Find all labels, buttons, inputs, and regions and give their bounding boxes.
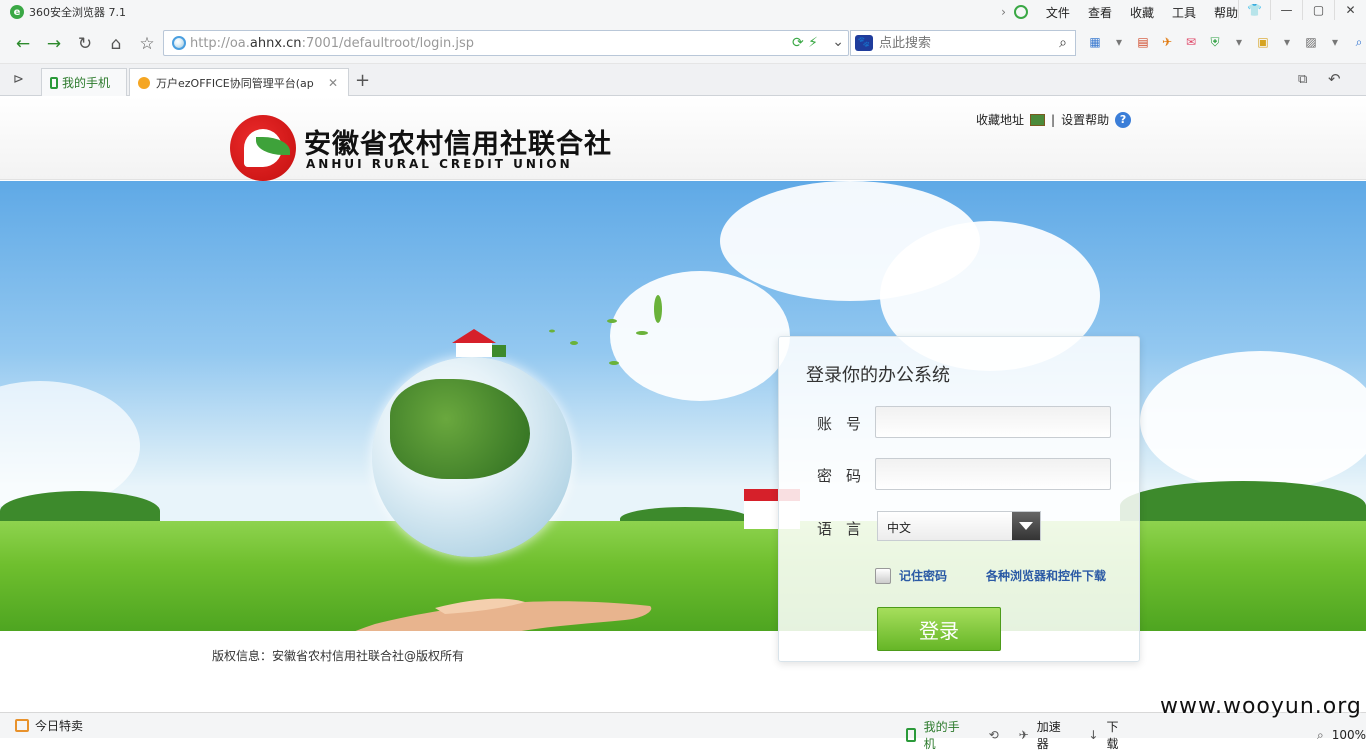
tab-my-phone[interactable]: 我的手机 [41, 68, 127, 96]
hero-banner [0, 181, 1366, 631]
browser-menu: › 文件 查看 收藏 工具 帮助 [1001, 0, 1238, 24]
site-header: 安徽省农村信用社联合社 ANHUI RURAL CREDIT UNION 收藏地… [0, 96, 1366, 181]
mail-icon[interactable]: ✉ [1182, 33, 1200, 51]
login-panel: 登录你的办公系统 账号 密码 语言 中文 记住密码 各种浏览器和控件下载 登录 [778, 336, 1140, 662]
password-input[interactable] [875, 458, 1111, 490]
menu-view[interactable]: 查看 [1088, 4, 1112, 21]
user-icon[interactable] [1013, 5, 1028, 19]
phone-icon[interactable] [906, 728, 916, 742]
cloud [1140, 351, 1366, 491]
refresh-button[interactable]: ↻ [72, 32, 98, 56]
address-bar[interactable]: http://oa.ahnx.cn:7001/defaultroot/login… [163, 30, 849, 56]
search-engine-icon[interactable]: 🐾 [855, 35, 873, 51]
search-box[interactable]: 🐾 ⌕ [850, 30, 1076, 56]
minimize-button[interactable]: — [1270, 0, 1302, 20]
watermark-text: www.wooyun.org [1160, 694, 1362, 719]
org-name-en: ANHUI RURAL CREDIT UNION [306, 157, 573, 171]
window-controls: 👕 — ▢ ✕ [1238, 0, 1366, 22]
rural-credit-logo-icon [230, 115, 296, 181]
favorite-link[interactable]: 收藏地址 [976, 111, 1024, 128]
web-page: 安徽省农村信用社联合社 ANHUI RURAL CREDIT UNION 收藏地… [0, 96, 1366, 712]
login-heading: 登录你的办公系统 [806, 365, 950, 386]
language-select[interactable]: 中文 [877, 511, 1041, 541]
browser-title: 360安全浏览器 7.1 [29, 6, 126, 19]
remember-password-label[interactable]: 记住密码 [899, 567, 947, 584]
dropdown-icon[interactable]: ▾ [1110, 33, 1128, 51]
zoom-level[interactable]: 100% [1332, 728, 1366, 742]
chevron-right-icon[interactable]: › [1001, 5, 1006, 19]
tab-list-icon[interactable]: ⧉ [1298, 72, 1307, 87]
help-icon[interactable]: ? [1115, 111, 1132, 128]
link-separator: | [1051, 112, 1056, 127]
address-dropdown-icon[interactable]: ⌄ [832, 34, 844, 50]
dropdown-icon[interactable]: ▾ [1230, 33, 1248, 51]
browser-plugin-download-link[interactable]: 各种浏览器和控件下载 [986, 567, 1106, 584]
download-icon[interactable]: ↓ [1088, 728, 1098, 742]
login-button[interactable]: 登录 [877, 607, 1001, 651]
menu-favorites[interactable]: 收藏 [1130, 4, 1154, 21]
leaves-illustration [549, 295, 662, 365]
remember-password-checkbox[interactable] [875, 568, 891, 584]
new-tab-button[interactable]: + [355, 70, 370, 91]
gift-icon[interactable] [15, 719, 29, 732]
download-link[interactable]: 下载 [1106, 718, 1128, 752]
account-input[interactable] [875, 406, 1111, 438]
help-link[interactable]: 设置帮助 [1061, 111, 1109, 128]
flight-icon[interactable]: ✈ [1158, 33, 1176, 51]
browser-titlebar: e 360安全浏览器 7.1 › 文件 查看 收藏 工具 帮助 👕 — ▢ ✕ [0, 0, 1366, 24]
speed-mode-icon[interactable]: ⟳ ⚡ [792, 35, 818, 51]
page-icon [172, 36, 186, 50]
language-value: 中文 [887, 521, 912, 535]
tab-favicon-icon [138, 76, 150, 89]
favorite-star-button[interactable]: ☆ [134, 32, 160, 56]
url-text[interactable]: http://oa.ahnx.cn:7001/defaultroot/login… [190, 36, 474, 51]
menu-tools[interactable]: 工具 [1172, 4, 1196, 21]
sidebar-toggle-icon[interactable]: ⊳ [13, 72, 24, 87]
rocket-icon[interactable]: ✈ [1019, 728, 1029, 742]
skin-icon[interactable]: 👕 [1238, 0, 1270, 20]
back-button[interactable]: ← [10, 32, 36, 56]
browser-logo-icon: e [10, 5, 24, 19]
close-tab-icon[interactable]: ✕ [328, 76, 338, 90]
tab-bar: ⊳ 我的手机 万户ezOFFICE协同管理平台(ap ✕ + ⧉ ↶ [0, 64, 1366, 96]
menu-file[interactable]: 文件 [1046, 4, 1070, 21]
ie-mode-icon[interactable]: ⟲ [989, 728, 999, 742]
today-deals-link[interactable]: 今日特卖 [35, 717, 83, 734]
dropdown-icon[interactable]: ▾ [1326, 33, 1344, 51]
menu-help[interactable]: 帮助 [1214, 4, 1238, 21]
chevron-down-icon[interactable] [1012, 512, 1040, 540]
hand-illustration [355, 598, 652, 631]
search-icon[interactable]: ⌕ [1059, 35, 1067, 51]
language-label: 语言 [817, 520, 876, 538]
find-icon[interactable]: ⌕ [1350, 33, 1366, 51]
accelerator-link[interactable]: 加速器 [1037, 718, 1071, 752]
search-input[interactable] [879, 34, 1049, 52]
org-name-cn: 安徽省农村信用社联合社 [304, 129, 612, 160]
calendar-icon[interactable]: ▤ [1134, 33, 1152, 51]
my-phone-link[interactable]: 我的手机 [924, 718, 969, 752]
close-button[interactable]: ✕ [1334, 0, 1366, 20]
maximize-button[interactable]: ▢ [1302, 0, 1334, 20]
password-label: 密码 [817, 467, 876, 485]
bookmark-icon[interactable] [1030, 113, 1046, 126]
shield-icon[interactable]: ⛨ [1206, 33, 1224, 51]
globe-illustration [372, 357, 572, 557]
account-label: 账号 [817, 415, 876, 433]
gift-icon[interactable]: ▣ [1254, 33, 1272, 51]
phone-icon [50, 76, 58, 89]
header-links: 收藏地址 | 设置帮助 ? [976, 111, 1132, 128]
screenshot-icon[interactable]: ▨ [1302, 33, 1320, 51]
tab-oa-login[interactable]: 万户ezOFFICE协同管理平台(ap ✕ [129, 68, 349, 96]
zoom-icon[interactable]: ⌕ [1317, 728, 1324, 743]
forward-button[interactable]: → [41, 32, 67, 56]
home-button[interactable]: ⌂ [103, 32, 129, 56]
extension-toolbar: ▦ ▾ ▤ ✈ ✉ ⛨ ▾ ▣ ▾ ▨ ▾ ⌕ [1086, 33, 1366, 51]
copyright-text: 版权信息：安徽省农村信用社联合社@版权所有 [212, 649, 465, 663]
undo-close-icon[interactable]: ↶ [1328, 70, 1341, 88]
dropdown-icon[interactable]: ▾ [1278, 33, 1296, 51]
statusbar-right: 我的手机 ⟲ ✈ 加速器 ↓ 下载 ⌕ 100% [906, 718, 1366, 752]
apps-icon[interactable]: ▦ [1086, 33, 1104, 51]
house-on-globe-illustration [452, 329, 506, 357]
